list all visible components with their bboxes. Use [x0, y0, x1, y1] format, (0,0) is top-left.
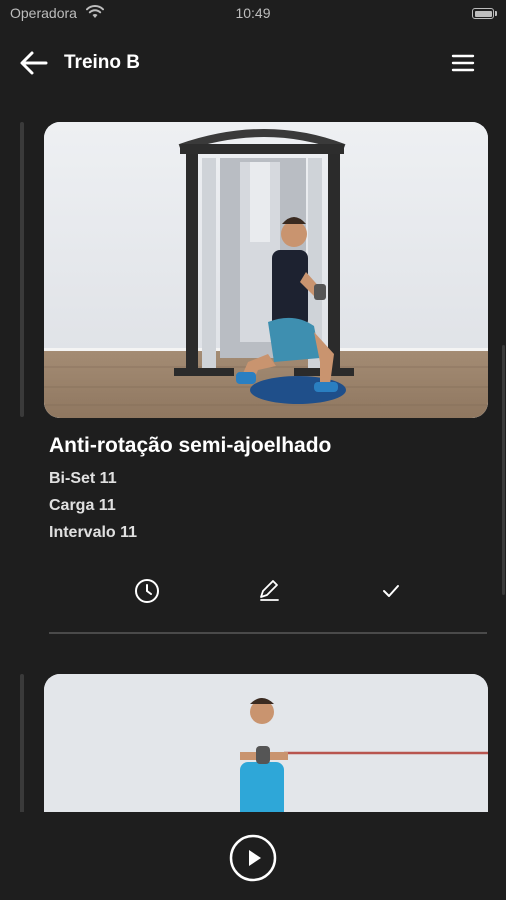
exercise-photo [44, 122, 488, 418]
scroll-indicator[interactable] [502, 345, 505, 595]
exercise-image[interactable] [44, 674, 488, 834]
battery-icon [472, 8, 494, 19]
exercise-image[interactable] [44, 122, 488, 418]
exercise-rest: Intervalo 11 [49, 524, 138, 541]
page-title: Treino B [64, 52, 141, 73]
clock-icon[interactable] [132, 576, 162, 606]
timeline-line [20, 674, 24, 814]
checkmark-icon[interactable] [376, 576, 406, 606]
exercise-divider [49, 632, 487, 634]
exercise-load: Carga 11 [49, 497, 116, 514]
exercise-photo [44, 674, 488, 834]
timeline-line [20, 122, 24, 417]
pencil-icon[interactable] [254, 576, 284, 606]
hamburger-menu-icon[interactable] [450, 52, 476, 74]
arrow-left-icon[interactable] [18, 49, 50, 77]
nav-bar: Treino B [0, 40, 506, 84]
exercise-name: Anti-rotação semi-ajoelhado [49, 434, 332, 457]
play-icon[interactable] [229, 834, 277, 882]
exercise-bi-set: Bi-Set 11 [49, 470, 117, 487]
status-bar: Operadora 10:49 [0, 0, 506, 28]
status-time: 10:49 [235, 5, 271, 21]
battery-tip [495, 11, 497, 16]
